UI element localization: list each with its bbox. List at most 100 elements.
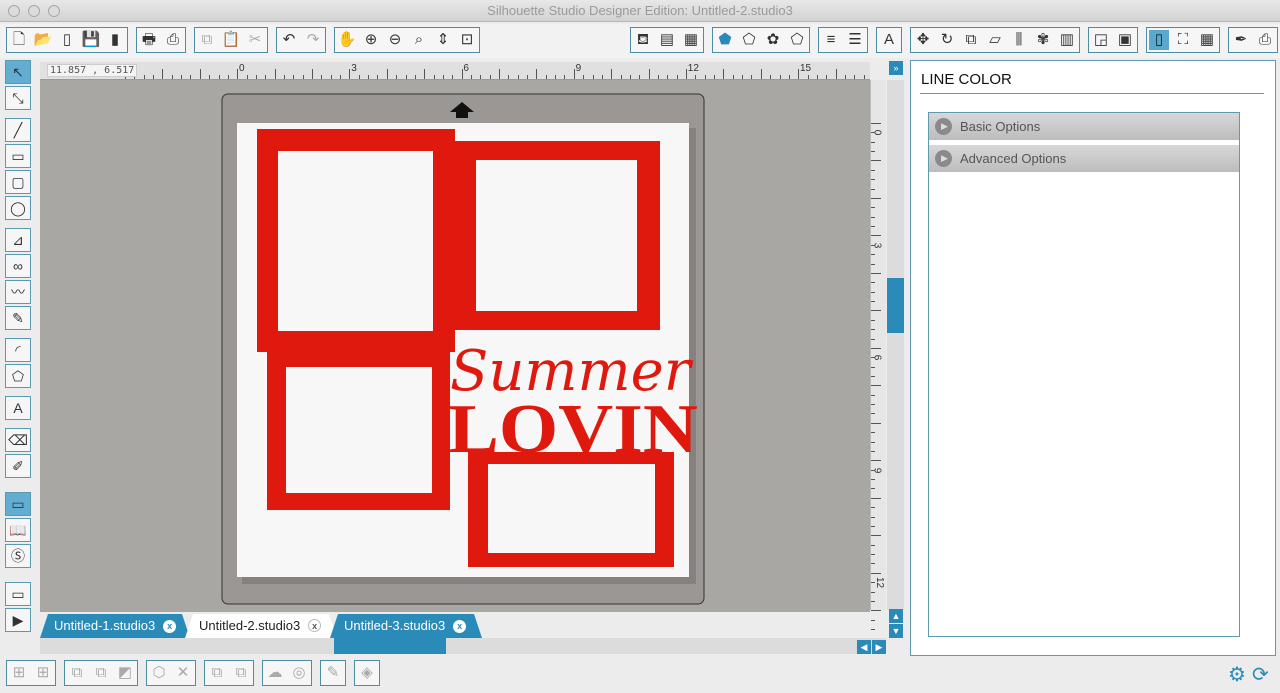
text-style-icon[interactable]: A [879,30,899,50]
cursor-coordinates: 11.857 , 6.517 [47,64,138,77]
send-to-silhouette-icon[interactable]: ⎙ [163,30,183,50]
redo-icon[interactable]: ↷ [303,30,323,50]
new-document-icon[interactable]: 🗋 [9,30,29,50]
library-icon[interactable]: ◲ [1091,30,1111,50]
line-style-bars-icon[interactable]: ☰ [845,30,865,50]
fill-gradient-icon[interactable]: ▤ [657,30,677,50]
smooth-freehand-tool-icon[interactable]: ✎ [5,306,31,330]
object-3d-icon[interactable]: ◈ [357,663,377,683]
copy-icon[interactable]: ⧉ [197,30,217,50]
tab-untitled-1[interactable]: Untitled-1.studio3 x [40,614,190,638]
bring-to-front-icon[interactable]: ◩ [115,663,135,683]
drag-zoom-icon[interactable]: ⇕ [433,30,453,50]
grid-icon[interactable]: ▦ [1197,30,1217,50]
vertical-scroll-thumb[interactable] [887,278,904,333]
group-icon[interactable]: ⊞ [9,663,29,683]
send-icon[interactable]: ⎙ [1255,30,1275,50]
scroll-left-button[interactable]: ◀ [857,640,871,654]
left-toolbar: ↖ ⤡ ╱ ▭ ▢ ◯ ⊿ ∞ 〰 ✎ ◜ ⬠ A ⌫ ✐ ▭ 📖 Ⓢ ▭ ▶ [5,60,33,634]
toolbar-group: 🗋 📂 ▯ 💾 ▮ [6,27,128,53]
save-to-sd-icon[interactable]: ▮ [105,30,125,50]
scroll-right-button[interactable]: ▶ [872,640,886,654]
line-tool-icon[interactable]: ╱ [5,118,31,142]
scale-icon[interactable]: ⧉ [961,30,981,50]
registration-marks-icon[interactable]: ⛶ [1173,30,1193,50]
eraser-tool-icon[interactable]: ⌫ [5,428,31,452]
collapse-panel-button[interactable]: » [889,61,903,75]
transform-icon[interactable]: ✥ [913,30,933,50]
horizontal-scrollbar[interactable] [40,638,886,654]
library-icon[interactable]: 📖 [5,518,31,542]
release-compound-icon[interactable]: ⧉ [91,663,111,683]
sketch-icon[interactable]: ⬠ [787,30,807,50]
zoom-in-icon[interactable]: ⊕ [361,30,381,50]
weld-icon[interactable]: ⬡ [149,663,169,683]
fill-pattern-icon[interactable]: ▦ [681,30,701,50]
shadow-icon[interactable]: ✿ [763,30,783,50]
select-tool-icon[interactable]: ↖ [5,60,31,84]
point-edit-tool-icon[interactable]: ⤡ [5,86,31,110]
fill-color-icon[interactable]: ⛾ [633,30,653,50]
knife-tool-icon[interactable]: ✐ [5,454,31,478]
page-setup-icon[interactable]: ▯ [57,30,77,50]
pan-icon[interactable]: ✋ [337,30,357,50]
line-style-icon[interactable]: ⬠ [739,30,759,50]
print-icon[interactable]: 🖶 [139,30,159,50]
eyedropper-icon[interactable]: ✎ [323,663,343,683]
design-canvas[interactable]: Summer LOVIN [40,80,870,612]
window-icon[interactable]: ▭ [5,582,31,606]
lovin-text[interactable]: LOVIN [448,391,698,468]
regular-polygon-tool-icon[interactable]: ⬠ [5,364,31,388]
scroll-down-button[interactable]: ▼ [889,624,903,638]
rotate-icon[interactable]: ↻ [937,30,957,50]
bring-forward-icon[interactable]: ⧉ [207,663,227,683]
delete-icon[interactable]: ✕ [173,663,193,683]
ellipse-tool-icon[interactable]: ◯ [5,196,31,220]
replicate-icon[interactable]: ✾ [1033,30,1053,50]
save-icon[interactable]: 💾 [81,30,101,50]
sync-icon[interactable]: ⟳ [1252,662,1269,687]
online-store-icon[interactable]: Ⓢ [5,544,31,568]
zoom-select-icon[interactable]: ⌕ [409,30,429,50]
send-backward-icon[interactable]: ⧉ [231,663,251,683]
trace-icon[interactable]: ▣ [1115,30,1135,50]
design-page-icon[interactable]: ▭ [5,492,31,516]
align-icon[interactable]: ⫼ [1009,30,1029,50]
line-color-bars-icon[interactable]: ≡ [821,30,841,50]
close-tab-icon[interactable]: x [308,619,321,632]
shear-icon[interactable]: ▱ [985,30,1005,50]
horizontal-scroll-thumb[interactable] [334,638,446,654]
ungroup-icon[interactable]: ⊞ [33,663,53,683]
rounded-rectangle-tool-icon[interactable]: ▢ [5,170,31,194]
basic-options-section[interactable]: ▶ Basic Options [929,113,1239,140]
open-icon[interactable]: 📂 [33,30,53,50]
compound-path-icon[interactable]: ⧉ [67,663,87,683]
nest-icon[interactable]: ▥ [1057,30,1077,50]
zoom-out-icon[interactable]: ⊖ [385,30,405,50]
polygon-tool-icon[interactable]: ⊿ [5,228,31,252]
scroll-up-button[interactable]: ▲ [889,609,903,623]
vertical-scrollbar[interactable] [887,80,904,610]
freehand-tool-icon[interactable]: 〰 [5,280,31,304]
curve-tool-icon[interactable]: ∞ [5,254,31,278]
rectangle-tool-icon[interactable]: ▭ [5,144,31,168]
tab-untitled-3[interactable]: Untitled-3.studio3 x [330,614,482,638]
line-color-icon[interactable]: ⬟ [715,30,735,50]
arc-tool-icon[interactable]: ◜ [5,338,31,362]
tab-untitled-2[interactable]: Untitled-2.studio3 x [185,614,337,638]
advanced-options-section[interactable]: ▶ Advanced Options [929,145,1239,172]
cut-icon[interactable]: ✂ [245,30,265,50]
cut-settings-icon[interactable]: ✒ [1231,30,1251,50]
settings-gear-icon[interactable]: ⚙ [1228,662,1246,687]
text-tool-icon[interactable]: A [5,396,31,420]
fit-to-page-icon[interactable]: ⊡ [457,30,477,50]
undo-icon[interactable]: ↶ [279,30,299,50]
close-tab-icon[interactable]: x [453,620,466,633]
close-tab-icon[interactable]: x [163,620,176,633]
page-setup-panel-icon[interactable]: ▯ [1149,30,1169,50]
play-icon[interactable]: ▶ [5,608,31,632]
modify-icon[interactable]: ◎ [289,663,309,683]
paste-icon[interactable]: 📋 [221,30,241,50]
offset-icon[interactable]: ☁ [265,663,285,683]
ruler-tick-label: 12 [874,576,886,589]
